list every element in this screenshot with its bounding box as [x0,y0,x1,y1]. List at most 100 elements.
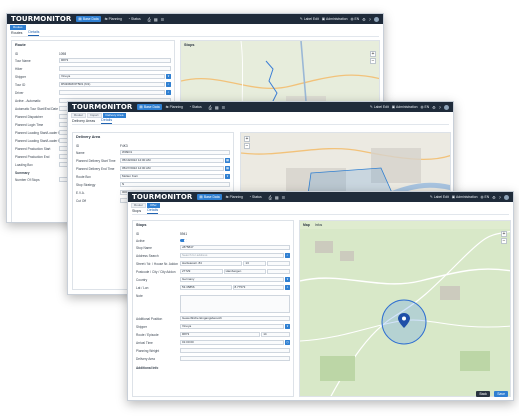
driver-input[interactable] [59,90,165,95]
stop-map[interactable]: Map Infos + − [299,220,511,397]
nav-status[interactable]: ◔ Status [247,194,264,200]
chevron-down-icon[interactable]: ▾ [166,74,171,79]
zoom-in-icon[interactable]: + [370,51,376,57]
field-label: Additional Position [136,316,163,321]
shipper-select[interactable]: Vinoya [59,74,165,79]
tab-details[interactable]: Details [101,118,113,124]
gear-icon[interactable]: ⚙ [492,195,496,200]
shipper-select[interactable]: Vinoya [180,324,284,329]
nav-planning[interactable]: ⇆ Planning [164,104,185,110]
postcode-input[interactable]: 27729 [180,269,223,274]
administration-menu[interactable]: ▣ Administration [322,17,348,21]
chevron-down-icon[interactable]: ▾ [285,324,290,329]
zoom-out-icon[interactable]: − [501,238,507,244]
lat-input[interactable]: 53.35856 [180,285,232,290]
tab-map[interactable]: Map [303,223,310,227]
lon-input[interactable]: 8.77573 [232,285,284,290]
tab-stops[interactable]: Stops [132,209,141,214]
printer-icon[interactable]: ⎙ [209,105,212,110]
calendar-icon[interactable]: ▦ [225,158,230,163]
nav-planning[interactable]: ⇆ Planning [103,16,124,22]
nav-base-data-label: Base Data [143,105,160,109]
tour-name-input[interactable]: R873 [59,58,171,63]
list-icon[interactable]: ☰ [222,105,226,110]
stop-name-input[interactable]: v875847 [180,245,290,250]
nav-status[interactable]: ◔ Status [187,104,204,110]
nav-planning[interactable]: ⇆ Planning [224,194,245,200]
question-icon[interactable]: ? [369,17,371,22]
episode-input[interactable]: 14 [261,332,290,337]
language-menu[interactable]: ◍ EN [350,17,359,21]
zoom-out-icon[interactable]: − [370,58,376,64]
tab-routes[interactable]: Routes [11,31,22,36]
gear-icon[interactable]: ⚙ [362,17,366,22]
calendar-icon[interactable]: ▦ [154,17,158,22]
active-toggle[interactable] [180,238,187,243]
arrival-time-input[interactable]: 01:00:00 [180,340,284,345]
zoom-in-icon[interactable]: + [244,136,250,142]
list-icon[interactable]: ☰ [161,17,165,22]
hiker-input[interactable] [59,66,171,71]
printer-icon[interactable]: ⎙ [269,195,272,200]
house-number-input[interactable]: 13 [243,261,267,266]
nav-status[interactable]: ◔ Status [126,16,143,22]
street-input[interactable]: Hartwiesstr. 84 [180,261,243,266]
zoom-out-icon[interactable]: − [244,143,250,149]
calendar-icon[interactable]: ▦ [225,166,230,171]
gear-icon[interactable]: ⚙ [432,105,436,110]
save-button[interactable]: Save [494,391,508,397]
zoom-in-icon[interactable]: + [501,231,507,237]
list-icon[interactable]: ☰ [282,195,286,200]
printer-icon[interactable]: ⎙ [148,17,151,22]
stop-strategy-input[interactable]: N [120,182,230,187]
city-addon-input[interactable] [267,269,290,274]
field-value: 5941 [180,231,188,236]
tab-delivery-areas[interactable]: Delivery Areas [72,119,95,124]
additional-position-input[interactable]: Gewerbliche Eingangsbereich [180,316,290,321]
question-icon[interactable]: ? [439,105,441,110]
nav-base-data[interactable]: ▤ Base Data [197,194,222,200]
start-time-input[interactable]: 05/19/2022 12:00 AM [120,158,224,163]
chevron-down-icon[interactable]: ▾ [285,277,290,282]
calendar-icon[interactable]: ▦ [215,105,219,110]
user-avatar[interactable] [444,104,449,110]
language-menu[interactable]: ◍ EN [480,195,489,199]
language-menu[interactable]: ◍ EN [420,105,429,109]
clock-icon[interactable]: ◷ [285,340,290,345]
nav-base-data[interactable]: ▤ Base Data [76,16,101,22]
chevron-down-icon[interactable]: ▾ [225,174,230,179]
city-input[interactable]: Hambergen [223,269,267,274]
user-avatar[interactable] [504,194,509,200]
country-select[interactable]: Germany [180,277,284,282]
row-hiker: Hiker [15,66,171,71]
planning-weight-input[interactable] [180,348,290,353]
question-icon[interactable]: ? [499,195,501,200]
search-icon[interactable]: ⌕ [285,253,290,258]
search-icon[interactable]: ⌕ [166,82,171,87]
delivery-area-input[interactable] [180,356,290,361]
end-time-input[interactable]: 05/27/2022 12:00 AM [120,166,224,171]
tour-id-input[interactable]: R54D6RF6T5R1 (6/1) [59,82,165,87]
search-icon[interactable]: ⌕ [166,90,171,95]
administration-menu[interactable]: ▣ Administration [392,105,418,109]
tab-details[interactable]: Details [147,208,159,214]
back-button[interactable]: Back [476,391,490,397]
tab-details[interactable]: Details [28,30,40,36]
row-driver: Driver ⌕ [15,90,171,95]
calendar-icon[interactable]: ▦ [275,195,279,200]
user-avatar[interactable] [374,16,379,22]
nav-base-data[interactable]: ▤ Base Data [137,104,162,110]
administration-menu[interactable]: ▣ Administration [452,195,478,199]
label-edit-link[interactable]: ✎ Label Edit [370,105,389,109]
name-input[interactable]: W09O1 [120,150,230,155]
location-pin-icon[interactable]: ⌖ [285,285,290,290]
field-label: Shipper [15,74,26,79]
note-textarea[interactable] [180,295,290,313]
route-input[interactable]: R873 [180,332,261,337]
label-edit-link[interactable]: ✎ Label Edit [300,17,319,21]
house-addon-input[interactable] [267,261,290,266]
label-edit-link[interactable]: ✎ Label Edit [430,195,449,199]
tab-infos[interactable]: Infos [315,223,322,227]
route-box-select[interactable]: Molten Korn [120,174,224,179]
address-search-input[interactable]: Search for address [180,253,284,258]
